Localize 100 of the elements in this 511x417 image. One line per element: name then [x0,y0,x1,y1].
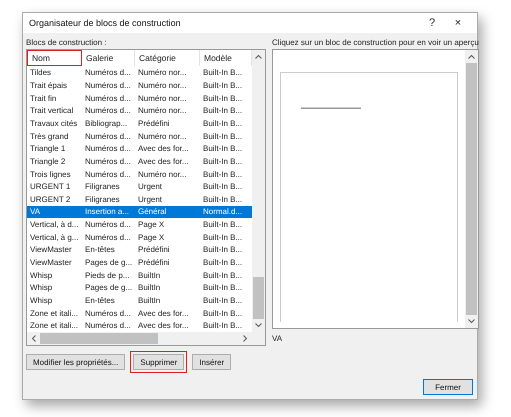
table-cell-text: Built-In B... [202,68,244,78]
table-cell-text: Built-In B... [202,220,244,230]
table-cell-text: Numéros d... [84,321,132,330]
scroll-up-icon[interactable] [255,54,262,59]
table-cell-text: Whisp [29,270,54,280]
table-cell-text: Numéros d... [84,220,132,230]
table-cell-text: Built-In B... [202,296,244,305]
vertical-scrollbar[interactable] [252,50,265,332]
scrollbar-thumb[interactable] [253,277,264,319]
table-row[interactable]: Vertical, à d... Numéros d... Page X Built-In B... [27,218,252,231]
table-cell-text: Numéros d... [84,156,132,166]
scrollbar-thumb[interactable] [466,63,477,315]
table-row[interactable]: URGENT 2 Filigranes Urgent Built-In B... [27,192,252,206]
table-row[interactable]: Tildes Numéros d... Numéro nor... Built-In B... [27,66,252,80]
table-row[interactable]: Très grand Numéros d... Numéro nor... Built-In B... [27,130,252,142]
table-cell-text: Built-In B... [202,283,244,292]
table-cell-text: VA [29,207,42,216]
table-cell-text: Avec des for... [137,156,190,166]
action-button[interactable]: Modifier les propriétés... [26,354,126,370]
table-cell-text: Numéro nor... [137,170,188,178]
table-row[interactable]: Triangle 1 Numéros d... Avec des for... Built-In B... [27,142,252,156]
table-cell-text: BuiltIn [137,270,162,280]
help-button[interactable]: ? [419,17,445,29]
table-cell-text: Zone et itali... [29,321,80,330]
scroll-down-icon[interactable] [468,319,475,324]
table-cell-text: Pages de g... [84,283,134,292]
vertical-scrollbar[interactable] [465,50,478,328]
scroll-up-icon[interactable] [468,54,475,59]
table-cell-text: Built-In B... [202,106,244,116]
table-cell-text: Avec des for... [137,321,190,330]
table-cell-text: Zone et itali... [29,308,80,318]
table-cell-text: Built-In B... [202,81,244,90]
table-cell-text: Vertical, à d... [29,220,80,230]
table-row[interactable]: Zone et itali... Numéros d... Avec des for... Built-In B... [27,319,252,332]
scrollbar-thumb[interactable] [40,333,158,344]
table-cell-text: Built-In B... [202,118,244,128]
table-cell-text: Whisp [29,283,54,292]
table-row[interactable]: Whisp En-têtes BuiltIn Built-In B... [27,294,252,307]
table-cell-text: Built-In B... [202,245,244,254]
table-cell-text: Trois lignes [29,170,72,178]
table-cell-text: Built-In B... [202,156,244,166]
table-row[interactable]: ViewMaster En-têtes Prédéfini Built-In B... [27,244,252,256]
table-cell-text: ViewMaster [29,258,73,267]
table-row[interactable]: Travaux cités Bibliograp... Prédéfini Built-In B... [27,117,252,130]
table-cell-text: Normal.d... [202,207,244,216]
table-cell-text: Page X [137,220,166,230]
table-row[interactable]: VA Insertion a... Général Normal.d... [27,206,252,218]
action-button[interactable]: Insérer [192,354,232,370]
table-cell-text: Trait fin [29,94,58,103]
table-cell-text: Très grand [29,132,70,141]
column-header[interactable]: Catégorie [135,50,200,66]
table-cell-text: URGENT 2 [29,194,72,204]
column-header[interactable]: Galerie [82,50,135,66]
table-row[interactable]: Trait fin Numéros d... Numéro nor... Built-In B... [27,92,252,104]
table-cell-text: ViewMaster [29,245,73,254]
table-cell-text: Numéros d... [84,308,132,318]
table-cell-text: Bibliograp... [84,118,128,128]
table-cell-text: Numéro nor... [137,132,188,141]
table-cell-text: URGENT 1 [29,182,72,192]
table-cell-text: Built-In B... [202,232,244,242]
table-row[interactable]: Trait épais Numéros d... Numéro nor... Built-In B... [27,79,252,92]
table-cell-text: Avec des for... [137,308,190,318]
table-row[interactable]: URGENT 1 Filigranes Urgent Built-In B... [27,180,252,193]
table-cell-text: Built-In B... [202,258,244,267]
table-cell-text: Numéros d... [84,68,132,78]
table-cell-text: Trait vertical [29,106,74,116]
table-cell-text: En-têtes [84,296,116,305]
table-cell-text: Urgent [137,194,164,204]
table-row[interactable]: Trois lignes Numéros d... Numéro nor... Built-In B... [27,168,252,180]
table-cell-text: Filigranes [84,194,121,204]
table-cell-text: Numéro nor... [137,94,188,103]
table-row[interactable]: Trait vertical Numéros d... Numéro nor... Built-In B... [27,104,252,118]
table-cell-text: Built-In B... [202,132,244,141]
table-cell-text: Numéro nor... [137,81,188,90]
horizontal-scrollbar[interactable] [27,332,252,345]
table-row[interactable]: Whisp Pages de g... BuiltIn Built-In B... [27,281,252,294]
table-cell-text: Whisp [29,296,54,305]
table-row[interactable]: ViewMaster Pages de g... Prédéfini Built-In B... [27,256,252,269]
action-button[interactable]: Supprimer [133,354,184,370]
table-row[interactable]: Whisp Pieds de p... BuiltIn Built-In B... [27,268,252,282]
table-cell-text: Avec des for... [137,144,190,154]
table-cell-text: Built-In B... [202,194,244,204]
table-cell-text: Numéros d... [84,170,132,178]
scroll-down-icon[interactable] [255,323,262,328]
close-button[interactable]: × [445,17,471,29]
table-cell-text: Built-In B... [202,170,244,178]
preview-caption: VA [272,334,284,343]
table-row[interactable]: Zone et itali... Numéros d... Avec des for... Built-In B... [27,306,252,320]
column-header[interactable]: Nom [27,50,82,66]
table-cell-text: Numéros d... [84,132,132,141]
scroll-left-icon[interactable] [31,335,36,342]
close-dialog-button[interactable]: Fermer [423,379,473,395]
table-cell-text: Built-In B... [202,182,244,192]
table-cell-text: Page X [137,232,166,242]
table-cell-text: Numéros d... [84,232,132,242]
scroll-right-icon[interactable] [243,335,248,342]
table-cell-text: Built-In B... [202,144,244,154]
table-row[interactable]: Triangle 2 Numéros d... Avec des for... Built-In B... [27,155,252,168]
table-cell-text: Urgent [137,182,164,192]
table-row[interactable]: Vertical, à g... Numéros d... Page X Built-In B... [27,230,252,244]
